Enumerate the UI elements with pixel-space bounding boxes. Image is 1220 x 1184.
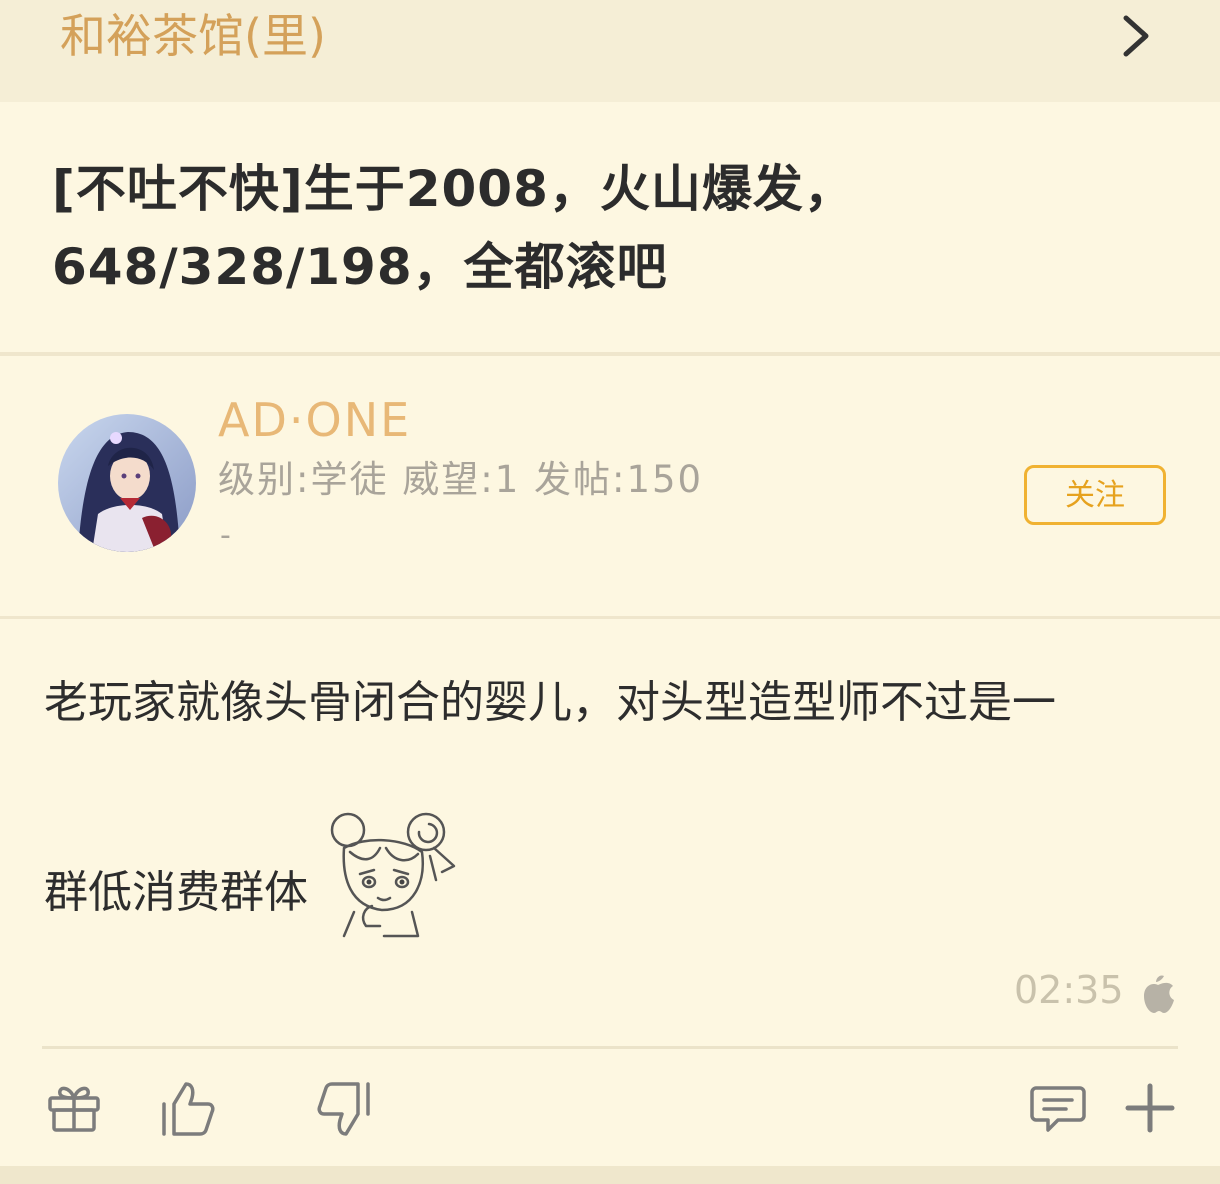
gift-icon[interactable] <box>44 1078 104 1138</box>
bottom-separator <box>0 1166 1220 1184</box>
divider <box>0 352 1220 356</box>
thumbs-up-icon[interactable] <box>156 1078 216 1138</box>
avatar[interactable] <box>58 414 196 552</box>
forum-name[interactable]: 和裕茶馆(里) <box>60 4 326 68</box>
divider <box>0 616 1220 619</box>
chevron-right-icon[interactable] <box>1116 12 1156 60</box>
divider <box>42 1046 1178 1049</box>
content-line: 老玩家就像头骨闭合的婴儿，对头型造型师不过是一 <box>44 677 1056 728</box>
post-content: 老玩家就像头骨闭合的婴儿，对头型造型师不过是一 群低消费群体 <box>44 668 1184 938</box>
thumbs-down-icon[interactable] <box>314 1078 374 1138</box>
plus-icon[interactable] <box>1120 1078 1180 1138</box>
author-name[interactable]: AD·ONE <box>218 392 411 448</box>
apple-icon <box>1144 975 1174 1013</box>
post-time: 02:35 <box>1014 968 1124 1012</box>
author-stats: 级别:学徒 威望:1 发帖:150 <box>218 458 704 501</box>
author-signature: - <box>220 518 231 553</box>
forum-header[interactable]: 和裕茶馆(里) <box>0 0 1220 102</box>
follow-button[interactable]: 关注 <box>1024 465 1166 525</box>
post-title: [不吐不快]生于2008，火山爆发，648/328/198，全都滚吧 <box>52 160 855 296</box>
content-line: 群低消费群体 <box>44 867 308 918</box>
chibi-girl-thinking-sticker <box>330 812 456 938</box>
comment-icon[interactable] <box>1028 1078 1088 1138</box>
